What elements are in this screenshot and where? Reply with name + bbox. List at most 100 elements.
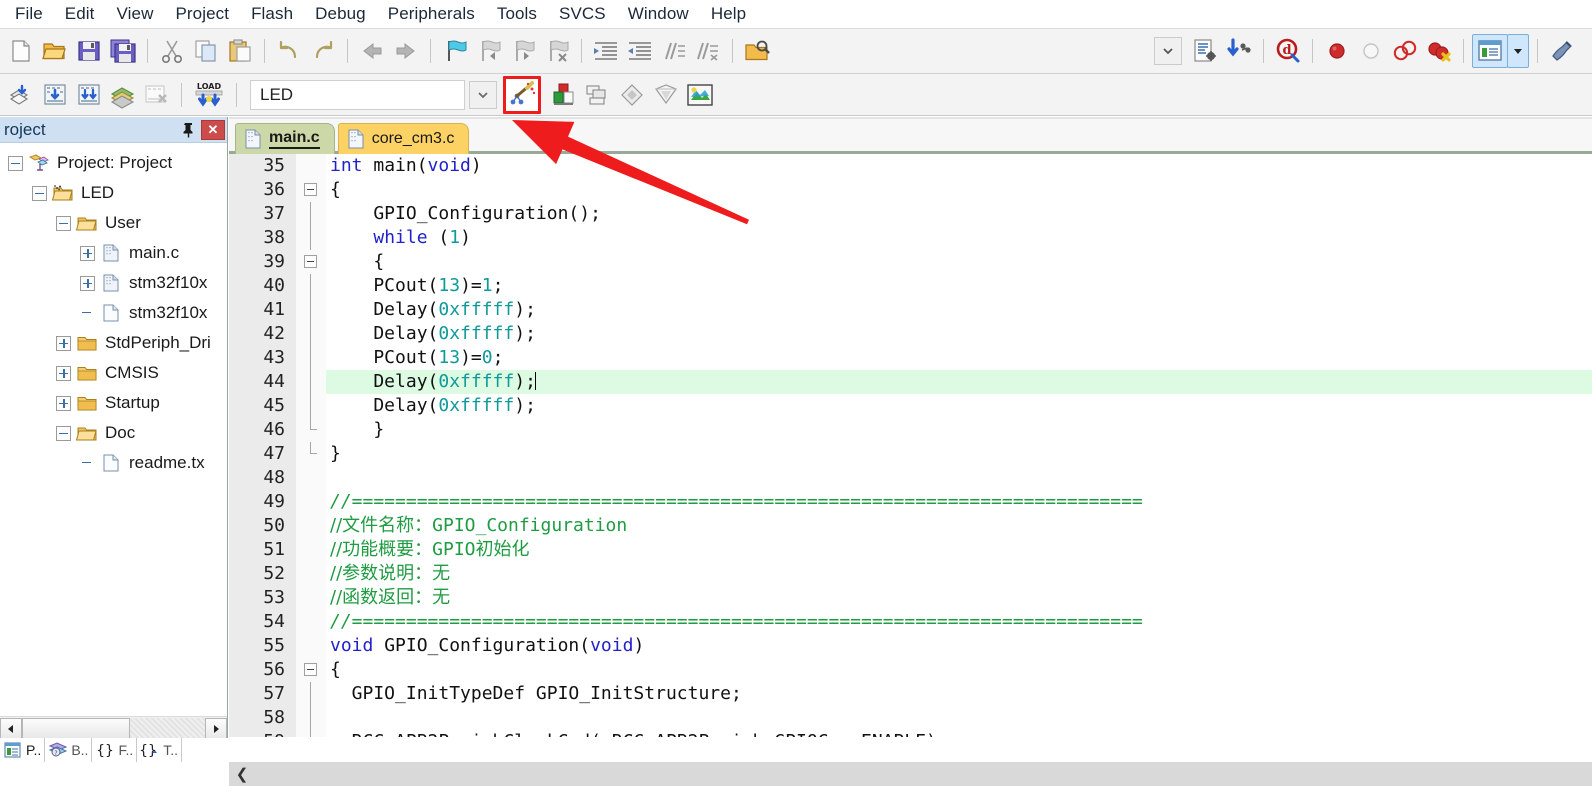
panel-collapse-icon[interactable]: ❮ [232, 762, 252, 786]
bookmark-next-icon[interactable] [507, 35, 539, 67]
expand-icon[interactable] [80, 275, 95, 291]
translate-file-icon[interactable] [5, 79, 37, 111]
stop-build-icon[interactable] [141, 79, 173, 111]
code-line[interactable]: 58 [229, 706, 1592, 730]
tab-books[interactable]: ? B.. [45, 738, 93, 762]
toolbar-dropdown-icon[interactable] [1154, 37, 1182, 65]
tree-item[interactable]: Project: Project [0, 148, 227, 178]
target-select[interactable]: LED [250, 79, 465, 110]
tree-item[interactable]: stm32f10x [0, 298, 227, 328]
close-icon[interactable]: ✕ [201, 119, 225, 140]
expand-icon[interactable] [56, 335, 71, 351]
code-line[interactable]: 51 //功能概要：GPIO初始化 [229, 538, 1592, 562]
uncomment-icon[interactable] [692, 35, 724, 67]
menu-flash[interactable]: Flash [240, 2, 304, 26]
target-select-dropdown-icon[interactable] [469, 80, 497, 109]
hscroll-track[interactable] [130, 717, 205, 740]
menu-project[interactable]: Project [164, 2, 240, 26]
menu-peripherals[interactable]: Peripherals [377, 2, 486, 26]
scroll-right-icon[interactable] [205, 717, 227, 740]
bookmark-toggle-icon[interactable] [439, 35, 471, 67]
save-all-icon[interactable] [107, 35, 139, 67]
menu-edit[interactable]: Edit [54, 2, 106, 26]
project-tree-hscrollbar[interactable] [0, 716, 227, 740]
tab-templates[interactable]: {} T.. [137, 738, 182, 762]
code-line[interactable]: 49 //====================================… [229, 490, 1592, 514]
editor-tab-main-c[interactable]: main.c [235, 123, 335, 154]
expand-icon[interactable] [80, 245, 95, 261]
code-lines[interactable]: 35 int main(void) 36{37 GPIO_Configuration… [229, 154, 1592, 737]
tree-item[interactable]: main.c [0, 238, 227, 268]
find-in-files-icon[interactable] [741, 35, 773, 67]
redo-icon[interactable] [307, 35, 339, 67]
rebuild-all-icon[interactable] [73, 79, 105, 111]
outdent-icon[interactable] [624, 35, 656, 67]
menu-svcs[interactable]: SVCS [548, 2, 617, 26]
code-line[interactable]: 42 Delay(0xfffff); [229, 322, 1592, 346]
window-manager-icon[interactable] [1472, 34, 1508, 68]
code-line[interactable]: 43 PCout(13)=0; [229, 346, 1592, 370]
editor-tab-core-cm3-c[interactable]: core_cm3.c [337, 123, 470, 154]
code-line[interactable]: 55 void GPIO_Configuration(void) [229, 634, 1592, 658]
tree-item[interactable]: stm32f10x [0, 268, 227, 298]
configure-icon[interactable] [1189, 35, 1221, 67]
breakpoint-kill-all-icon[interactable] [1423, 35, 1455, 67]
pack-installer-icon[interactable] [684, 79, 716, 111]
build-target-icon[interactable] [39, 79, 71, 111]
code-line[interactable]: 56 { [229, 658, 1592, 682]
pin-icon[interactable] [177, 120, 199, 140]
select-software-packs-icon[interactable] [650, 79, 682, 111]
project-tree[interactable]: Project: Project LED User main.c stm32f10x st… [0, 143, 227, 721]
menu-file[interactable]: File [4, 2, 54, 26]
tree-item[interactable]: User [0, 208, 227, 238]
code-line[interactable]: 53 //函数返回：无 [229, 586, 1592, 610]
menu-view[interactable]: View [106, 2, 165, 26]
navigate-back-icon[interactable] [356, 35, 388, 67]
code-line[interactable]: 45 Delay(0xfffff); [229, 394, 1592, 418]
fold-marker[interactable] [296, 178, 326, 202]
menu-help[interactable]: Help [700, 2, 757, 26]
save-icon[interactable] [73, 35, 105, 67]
code-line[interactable]: 46 } [229, 418, 1592, 442]
code-line[interactable]: 35 int main(void) [229, 154, 1592, 178]
code-line[interactable]: 36 { [229, 178, 1592, 202]
expand-icon[interactable] [56, 395, 71, 411]
fold-marker[interactable] [296, 658, 326, 682]
open-file-icon[interactable] [39, 35, 71, 67]
navigate-forward-icon[interactable] [390, 35, 422, 67]
tree-item[interactable]: readme.tx [0, 448, 227, 478]
code-line[interactable]: 44 Delay(0xfffff); [229, 370, 1592, 394]
indent-icon[interactable] [590, 35, 622, 67]
code-line[interactable]: 37 GPIO_Configuration(); [229, 202, 1592, 226]
breakpoint-disable-all-icon[interactable] [1389, 35, 1421, 67]
window-manager-dropdown-icon[interactable] [1507, 34, 1529, 68]
code-line[interactable]: 48 [229, 466, 1592, 490]
menu-window[interactable]: Window [617, 2, 700, 26]
hscroll-thumb[interactable] [22, 717, 130, 740]
tree-item[interactable]: LED [0, 178, 227, 208]
collapse-icon[interactable] [56, 215, 71, 231]
configuration-wizard-icon[interactable] [1546, 35, 1578, 67]
code-line[interactable]: 52 //参数说明：无 [229, 562, 1592, 586]
expand-icon[interactable] [56, 365, 71, 381]
menu-tools[interactable]: Tools [486, 2, 548, 26]
start-debug-icon[interactable]: d [1272, 35, 1304, 67]
code-line[interactable]: 40 PCout(13)=1; [229, 274, 1592, 298]
menu-debug[interactable]: Debug [304, 2, 377, 26]
multi-project-icon[interactable] [582, 79, 614, 111]
collapse-icon[interactable] [8, 155, 23, 171]
code-line[interactable]: 38 while (1) [229, 226, 1592, 250]
debug-insert-icon[interactable] [1223, 35, 1255, 67]
bookmark-prev-icon[interactable] [473, 35, 505, 67]
manage-components-icon[interactable] [616, 79, 648, 111]
scroll-left-icon[interactable] [0, 717, 22, 740]
download-icon[interactable]: LOAD [190, 79, 228, 111]
code-line[interactable]: 41 Delay(0xfffff); [229, 298, 1592, 322]
fold-marker[interactable] [296, 250, 326, 274]
tab-project[interactable]: P.. [0, 738, 46, 762]
breakpoint-insert-icon[interactable] [1321, 35, 1353, 67]
code-line[interactable]: 50 //文件名称：GPIO_Configuration [229, 514, 1592, 538]
editor-hscrollbar[interactable] [229, 762, 1592, 786]
paste-icon[interactable] [224, 35, 256, 67]
code-line[interactable]: 39 { [229, 250, 1592, 274]
